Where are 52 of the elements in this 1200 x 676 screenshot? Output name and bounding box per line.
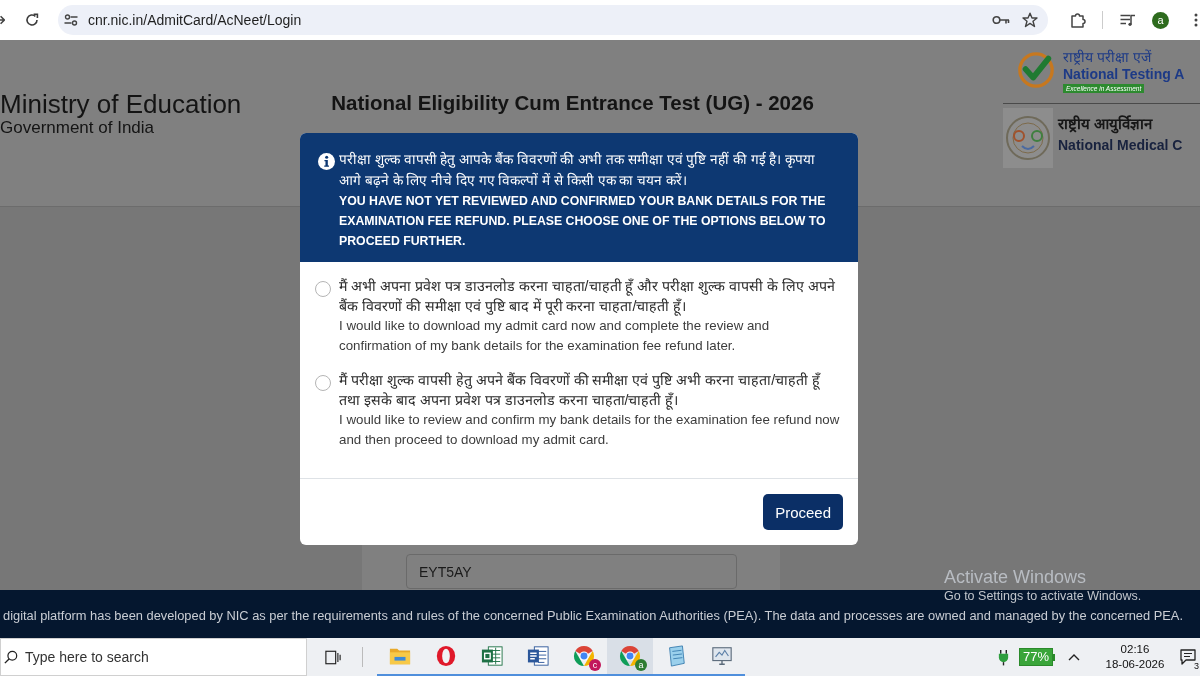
footer-notice: digital platform has been developed by NIC as per the requirements and rules of the concerned Public Examination Authorities (PEA). The data and processes are owned and managed by the concerned PEA.	[3, 607, 1183, 623]
url-text[interactable]: cnr.nic.in/AdmitCard/AcNeet/Login	[88, 12, 302, 28]
logo-title-hindi: राष्ट्रीय आयुर्विज्ञान	[1058, 114, 1153, 134]
seal-emblem-icon	[1003, 108, 1053, 168]
monitor-icon[interactable]	[711, 645, 733, 667]
reload-icon[interactable]	[25, 13, 39, 27]
browser-icon[interactable]	[573, 645, 595, 667]
notification-count: 3	[1193, 661, 1200, 671]
dialog-message-hindi: परीक्षा शुल्क वापसी हेतु आपके बैंक विवरणों की अभी तक समीक्षा एवं पुष्टि नहीं की गई है। कृपया आगे बढ़ने के लिए नीचे दिए गए विकल्पों में से किसी एक का चयन करें।	[339, 150, 817, 190]
key-icon[interactable]	[992, 15, 1010, 25]
logo-title: National Medical C	[1058, 136, 1183, 154]
option-text-english: I would like to review and confirm my bank details for the examination fee refund now and then proceed to download my admit card.	[339, 411, 841, 449]
address-bar[interactable]: cnr.nic.in/AdmitCard/AcNeet/Login	[58, 5, 1048, 35]
plug-icon[interactable]	[996, 648, 1010, 666]
option-text-english: I would like to download my admit card now and complete the review and confirmation of my bank details for the examination fee refund later.	[339, 317, 771, 355]
dialog-message-english: YOU HAVE NOT YET REVIEWED AND CONFIRMED YOUR BANK DETAILS FOR THE EXAMINATION FEE REFUND. PLEASE CHOOSE ONE OF THE OPTIONS BELOW TO PROCEED FURTHER.	[339, 193, 827, 250]
ministry-name: Ministry of Education	[0, 89, 242, 119]
option-text-hindi: मैं परीक्षा शुल्क वापसी हेतु अपने बैंक विवरणों की समीक्षा एवं पुष्टि अभी करना चाहता/चाहती हूँ तथा इसके बाद अपना प्रवेश पत्र डाउनलोड करना चाहता/चाहती हूँ।	[339, 371, 822, 410]
browser-icon[interactable]	[619, 645, 641, 667]
star-icon[interactable]	[1022, 12, 1038, 28]
sliders-icon[interactable]	[64, 14, 78, 26]
radio-button[interactable]	[315, 281, 331, 297]
clock-time[interactable]: 02:16	[1120, 642, 1150, 657]
radio-button[interactable]	[315, 375, 331, 391]
profile-badge: c	[589, 659, 601, 671]
search-icon[interactable]	[4, 650, 18, 664]
more-menu-icon[interactable]	[1194, 13, 1198, 27]
activation-title: Activate Windows	[944, 566, 1087, 588]
profile-button[interactable]: a	[1152, 11, 1169, 29]
input-field[interactable]: EYT5AY	[406, 554, 737, 589]
check-emblem-icon	[1017, 51, 1055, 89]
clock-date[interactable]: 18-06-2026	[1105, 657, 1165, 672]
arrow-icon[interactable]	[0, 14, 5, 26]
activation-hint: Go to Settings to activate Windows.	[944, 588, 1142, 604]
search-field[interactable]: Type here to search	[0, 638, 307, 676]
task-view-icon[interactable]	[325, 649, 341, 665]
notification-icon[interactable]	[1180, 649, 1196, 665]
taskbar-app-button[interactable]: a	[607, 638, 653, 676]
logo-title: National Testing A	[1063, 66, 1185, 82]
profile-badge: a	[635, 659, 647, 671]
exam-title: National Eligibility Cum Entrance Test (UG) - 2026	[331, 90, 814, 116]
ring-logo-icon[interactable]	[435, 645, 457, 667]
logo-title-hindi: राष्ट्रीय परीक्षा एजें	[1063, 49, 1151, 66]
puzzle-icon[interactable]	[1070, 12, 1086, 28]
info-icon	[318, 153, 335, 170]
government-name: Government of India	[0, 119, 155, 137]
proceed-button[interactable]: Proceed	[763, 494, 843, 530]
spreadsheet-icon[interactable]	[481, 645, 503, 667]
option-text-hindi: मैं अभी अपना प्रवेश पत्र डाउनलोड करना चाहता/चाहती हूँ और परीक्षा शुल्क वापसी के लिए अपने बैंक विवरणों की समीक्षा एवं पुष्टि बाद में पूरी करना चाहता/चाहती हूँ।	[339, 277, 837, 316]
playlist-icon[interactable]	[1120, 14, 1136, 26]
document-icon[interactable]	[527, 645, 549, 667]
chevron-up-icon[interactable]	[1068, 653, 1080, 661]
